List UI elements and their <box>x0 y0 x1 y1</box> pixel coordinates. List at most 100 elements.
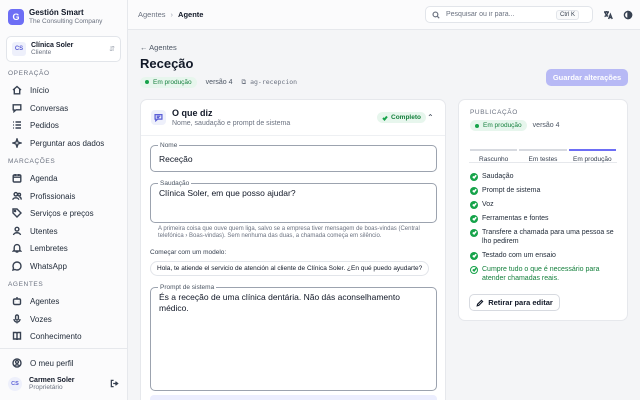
translate-icon[interactable] <box>602 9 614 21</box>
sidebar-item-label: Lembretes <box>30 243 68 253</box>
sparkle-icon <box>12 138 22 148</box>
check-label: Ferramentas e fontes <box>482 215 549 222</box>
agent-slug-text: ag-recepcion <box>250 77 298 86</box>
breadcrumb: Agentes › Agente <box>138 10 203 19</box>
readiness-note-text: Cumpre tudo o que é necessário para aten… <box>482 266 600 282</box>
check-circle-icon <box>470 228 478 237</box>
sidebar-item-agentes[interactable]: Agentes <box>0 293 127 309</box>
greeting-field-label: Saudação <box>158 180 192 187</box>
system-prompt-value: És a receção de uma clínica dentária. Nã… <box>159 292 400 313</box>
list-item: Testado com um ensaio <box>470 251 620 260</box>
sidebar-item-agenda[interactable]: Agenda <box>0 170 127 186</box>
tab-em-producao[interactable]: Em produção <box>568 149 616 163</box>
publication-version: versão 4 <box>532 122 560 129</box>
search-box[interactable]: Ctrl K <box>425 6 593 23</box>
search-icon <box>432 10 440 19</box>
agent-meta: Em produção versão 4 ⧉ ag-recepcion <box>140 76 297 88</box>
check-label: Voz <box>482 201 494 208</box>
sidebar-item-label: Vozes <box>30 314 52 324</box>
theme-toggle-icon[interactable] <box>622 9 634 21</box>
topbar: Agentes › Agente Ctrl K <box>128 0 640 30</box>
chat-icon <box>12 103 22 113</box>
greeting-hint: A primeira coisa que ouve quem liga, sal… <box>158 226 420 239</box>
sidebar-item-profissionais[interactable]: Profissionais <box>0 188 127 204</box>
user-name: Carmen Soler <box>29 377 75 384</box>
breadcrumb-current: Agente <box>178 10 204 19</box>
template-chip[interactable]: Hola, te atiende el servicio de atención… <box>150 261 430 276</box>
logout-icon[interactable] <box>110 379 120 389</box>
check-label: Testado com um ensaio <box>482 252 556 259</box>
tenant-role: Cliente <box>31 49 52 56</box>
system-prompt-field[interactable]: Prompt de sistema És a receção de uma cl… <box>150 284 437 391</box>
tenant-switcher[interactable]: CS Clínica Soler Cliente ⇵ <box>6 36 121 62</box>
name-field[interactable]: Nome Receção <box>150 142 437 172</box>
sidebar-item-utentes[interactable]: Utentes <box>0 223 127 239</box>
tenant-name: Clínica Soler <box>31 42 74 49</box>
sidebar-item-lembretes[interactable]: Lembretes <box>0 240 127 256</box>
person-icon <box>12 226 22 236</box>
sidebar-item-conhecimento[interactable]: Conhecimento <box>0 328 127 344</box>
bot-icon <box>12 296 22 306</box>
check-circle-icon <box>470 200 478 209</box>
avatar: CS <box>8 377 22 391</box>
sidebar-item-whatsapp[interactable]: WhatsApp <box>0 258 127 274</box>
sidebar-item-label: Conhecimento <box>30 331 82 341</box>
status-badge-label: Em produção <box>153 78 192 86</box>
check-circle-icon <box>470 214 478 223</box>
sidebar-item-inicio[interactable]: Início <box>0 82 127 98</box>
sidebar-item-conversas[interactable]: Conversas <box>0 100 127 116</box>
complete-badge-label: Completo <box>391 114 421 121</box>
breadcrumb-agentes[interactable]: Agentes <box>138 10 166 19</box>
name-field-label: Nome <box>158 142 180 149</box>
sidebar-item-label: Utentes <box>30 226 58 236</box>
status-dot <box>475 123 479 128</box>
sidebar-item-label: Profissionais <box>30 191 76 201</box>
publication-meta: Em produção versão 4 <box>470 120 560 131</box>
brand[interactable]: G Gestión Smart The Consulting Company <box>0 0 127 33</box>
template-label: Começar com um modelo: <box>150 249 227 256</box>
tab-em-testes[interactable]: Em testes <box>519 149 567 163</box>
chevron-up-icon[interactable]: ⌃ <box>427 113 434 122</box>
version-label: versão 4 <box>205 78 233 86</box>
user-menu[interactable]: CS Carmen Soler Proprietário <box>8 377 120 391</box>
sidebar-item-label: O meu perfil <box>30 358 74 368</box>
sidebar-item-label: Agenda <box>30 173 58 183</box>
sidebar-item-perguntar[interactable]: Perguntar aos dados <box>0 135 127 151</box>
sidebar-item-label: Serviços e preços <box>30 208 94 218</box>
back-link[interactable]: ← Agentes <box>140 43 177 52</box>
sidebar-item-servicos[interactable]: Serviços e preços <box>0 205 127 221</box>
withdraw-button-label: Retirar para editar <box>488 298 553 307</box>
check-label: Prompt de sistema <box>482 187 541 194</box>
readiness-note: Cumpre tudo o que é necessário para aten… <box>470 265 620 283</box>
list-item: Voz <box>470 200 620 209</box>
complete-badge: Completo <box>377 112 426 123</box>
tenant-avatar: CS <box>12 42 26 56</box>
check-circle-icon <box>470 172 478 181</box>
sidebar-item-label: Agentes <box>30 296 60 306</box>
card-header[interactable]: O que diz Nome, saudação e prompt de sis… <box>141 100 445 136</box>
tab-rascunho[interactable]: Rascunho <box>470 149 518 163</box>
search-input[interactable] <box>446 11 556 18</box>
sidebar-item-label: Início <box>30 85 50 95</box>
back-link-label: Agentes <box>149 43 177 52</box>
sidebar-item-perfil[interactable]: O meu perfil <box>0 355 127 371</box>
sidebar-item-vozes[interactable]: Vozes <box>0 311 127 327</box>
status-dot <box>145 80 149 84</box>
shortcut-badge: Ctrl K <box>556 9 579 20</box>
publication-label: Publicação <box>470 109 518 116</box>
greeting-field[interactable]: Saudação Clínica Soler, em que posso aju… <box>150 180 437 223</box>
save-button[interactable]: Guardar alterações <box>546 69 628 86</box>
home-icon <box>12 85 22 95</box>
withdraw-button[interactable]: Retirar para editar <box>469 294 560 311</box>
chevron-updown-icon: ⇵ <box>109 46 115 53</box>
sidebar-item-pedidos[interactable]: Pedidos <box>0 117 127 133</box>
list-item: Prompt de sistema <box>470 186 620 195</box>
check-icon <box>382 115 388 121</box>
pencil-icon <box>476 299 484 307</box>
mic-icon <box>12 314 22 324</box>
breadcrumb-separator: › <box>170 10 174 19</box>
what-it-says-card: O que diz Nome, saudação e prompt de sis… <box>140 99 446 400</box>
section-label-operacao: Operação <box>8 70 50 77</box>
list-icon <box>12 120 22 130</box>
code-icon: ⧉ <box>241 77 251 86</box>
